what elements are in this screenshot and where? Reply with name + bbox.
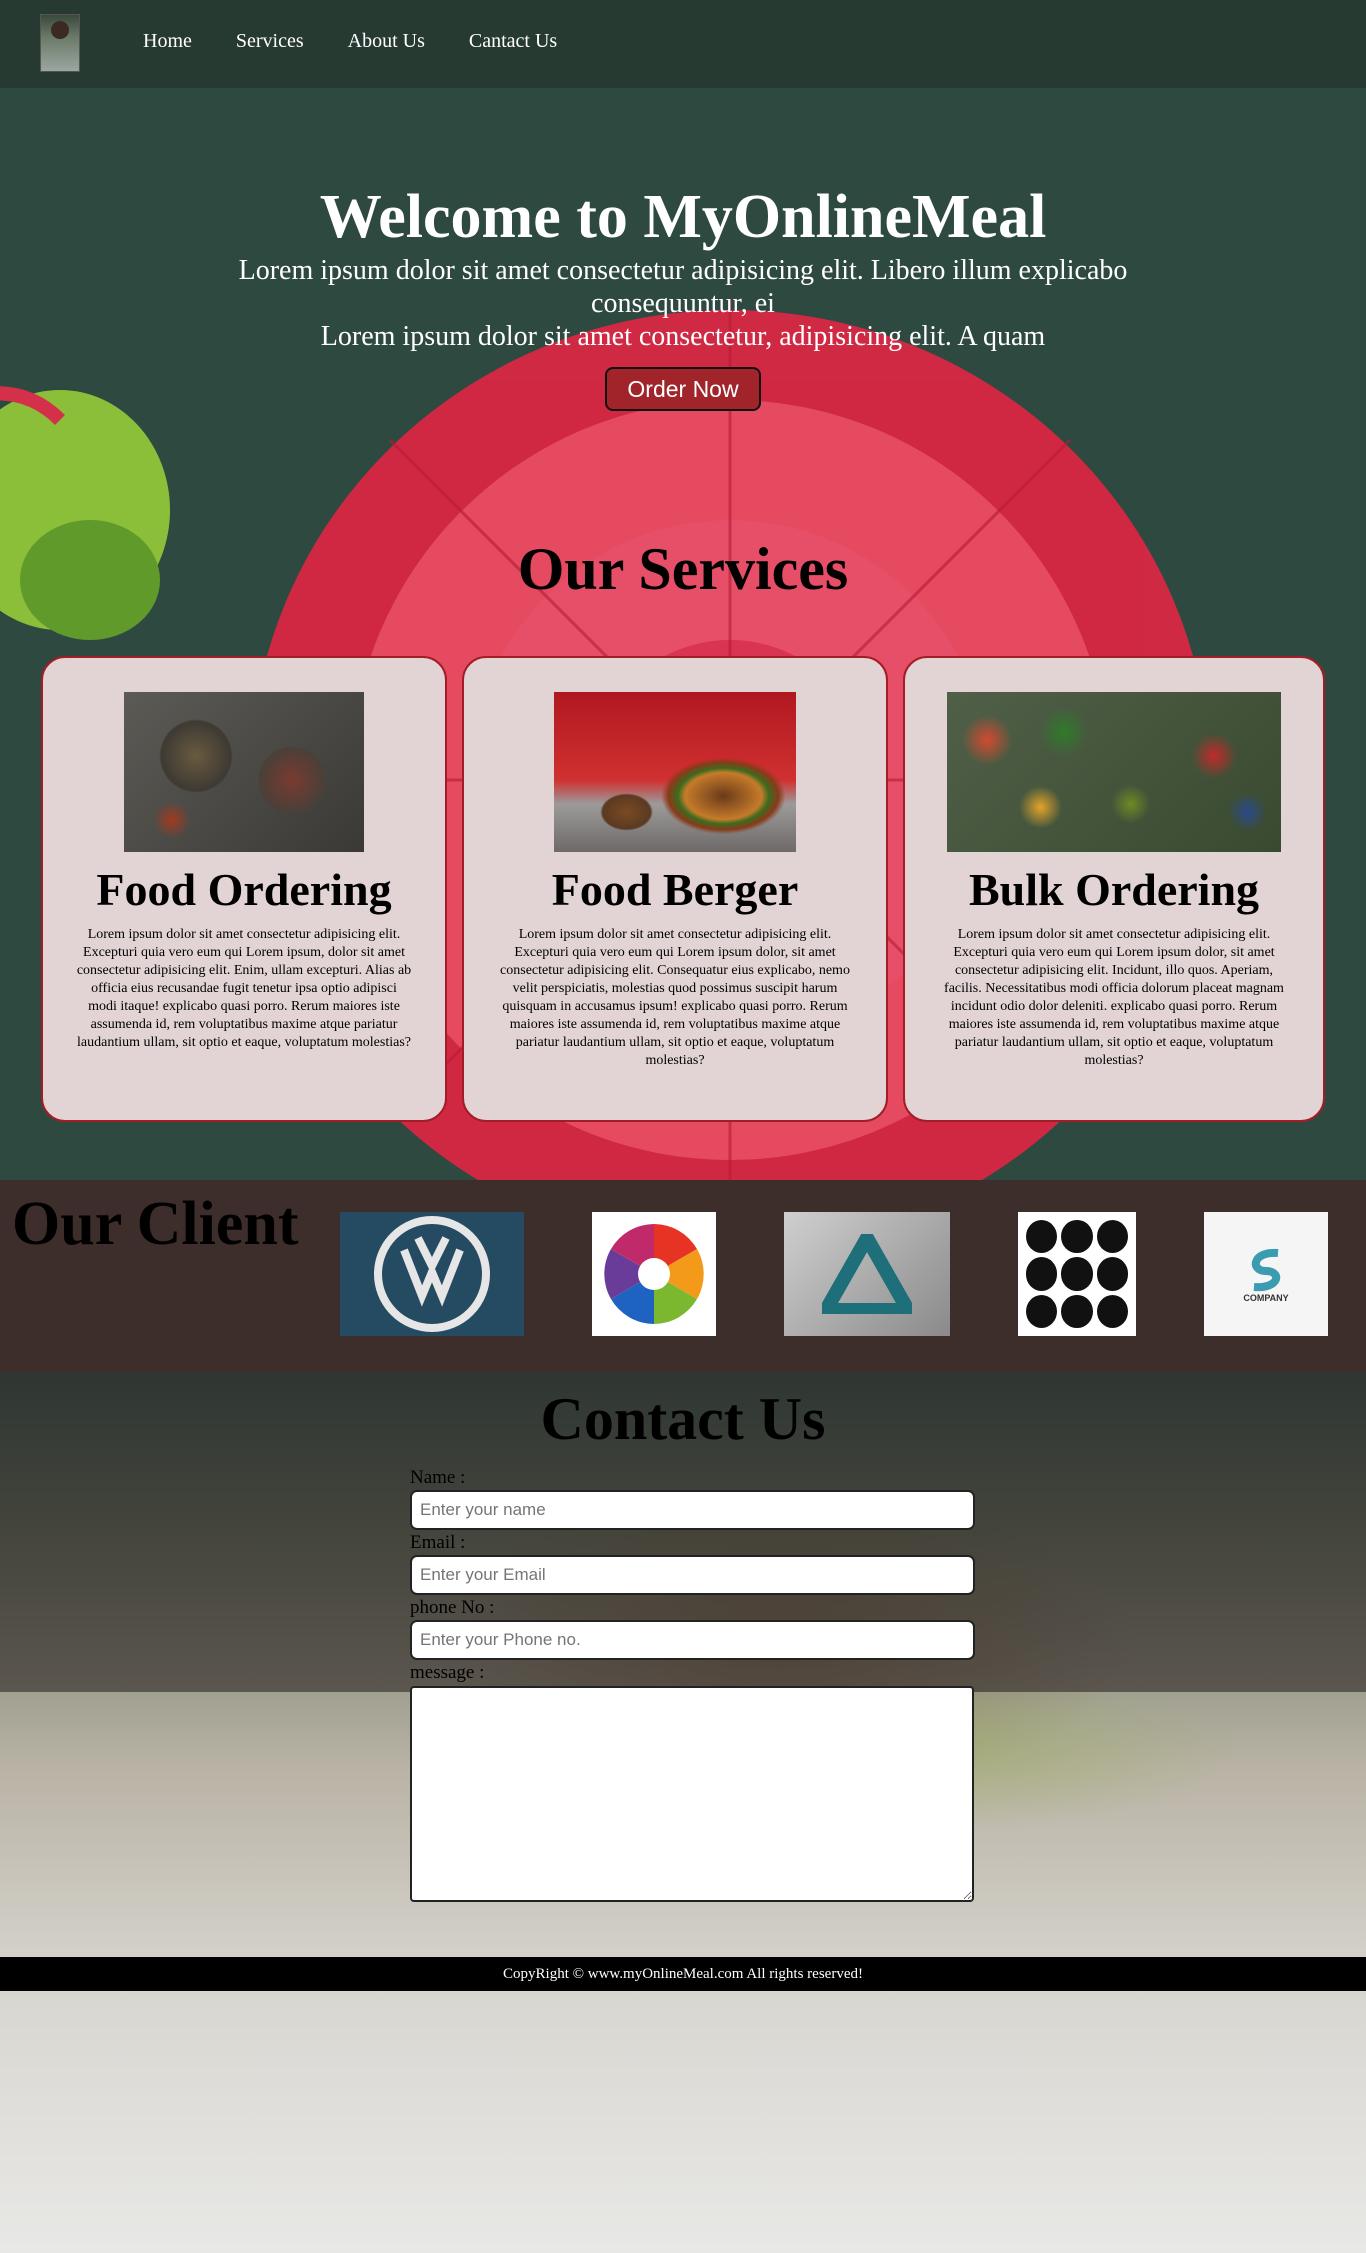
color-wheel-logo	[592, 1212, 716, 1336]
name-input[interactable]	[410, 1490, 975, 1530]
service-card-text: Lorem ipsum dolor sit amet consectetur a…	[76, 927, 412, 1050]
name-label: Name :	[410, 1467, 466, 1488]
service-card-food-berger: Food Berger Lorem ipsum dolor sit amet c…	[462, 656, 888, 1122]
hero-text-1: Lorem ipsum dolor sit amet consectetur a…	[238, 255, 1128, 319]
message-textarea[interactable]	[410, 1686, 974, 1902]
service-card-text: Lorem ipsum dolor sit amet consectetur a…	[500, 927, 850, 1068]
burger-image	[554, 692, 796, 852]
vegetables-image	[947, 692, 1281, 852]
clients-section: Our Client COMPANY	[0, 1180, 1366, 1372]
clients-title: Our Client	[12, 1190, 299, 1258]
vw-logo	[340, 1212, 524, 1336]
triangle-logo	[784, 1212, 950, 1336]
services-title: Our Services	[517, 536, 849, 602]
contact-title: Contact Us	[540, 1386, 826, 1452]
company-logo-text: COMPANY	[1243, 1293, 1289, 1303]
navbar: Home Services About Us Cantact Us	[0, 0, 1366, 88]
service-card-title: Bulk Ordering	[968, 864, 1260, 915]
email-input[interactable]	[410, 1555, 975, 1595]
phone-label: phone No :	[410, 1597, 495, 1618]
logo-set-image	[1018, 1212, 1136, 1336]
phone-input[interactable]	[410, 1620, 975, 1660]
nav-services-link[interactable]: Services	[236, 30, 304, 53]
hero-text-2: Lorem ipsum dolor sit amet consectetur, …	[320, 321, 1046, 352]
order-now-button[interactable]: Order Now	[605, 367, 761, 411]
service-card-bulk-ordering: Bulk Ordering Lorem ipsum dolor sit amet…	[903, 656, 1325, 1122]
nav-links: Home Services About Us Cantact Us	[143, 30, 557, 53]
service-card-text: Lorem ipsum dolor sit amet consectetur a…	[944, 927, 1284, 1068]
nav-home-link[interactable]: Home	[143, 30, 192, 53]
service-card-food-ordering: Food Ordering Lorem ipsum dolor sit amet…	[41, 656, 447, 1122]
footer: CopyRight © www.myOnlineMeal.com All rig…	[0, 1957, 1366, 1991]
email-label: Email :	[410, 1532, 466, 1553]
food-plates-image	[124, 692, 364, 852]
hero-title: Welcome to MyOnlineMeal	[319, 183, 1047, 251]
avatar-logo[interactable]	[40, 14, 80, 72]
service-card-title: Food Berger	[551, 864, 799, 915]
nav-contact-link[interactable]: Cantact Us	[469, 30, 557, 53]
company-logo: COMPANY	[1204, 1212, 1328, 1336]
service-card-title: Food Ordering	[96, 864, 392, 915]
message-label: message :	[410, 1662, 485, 1683]
nav-about-link[interactable]: About Us	[348, 30, 425, 53]
hero-section: Welcome to MyOnlineMeal Lorem ipsum dolo…	[0, 180, 1366, 411]
